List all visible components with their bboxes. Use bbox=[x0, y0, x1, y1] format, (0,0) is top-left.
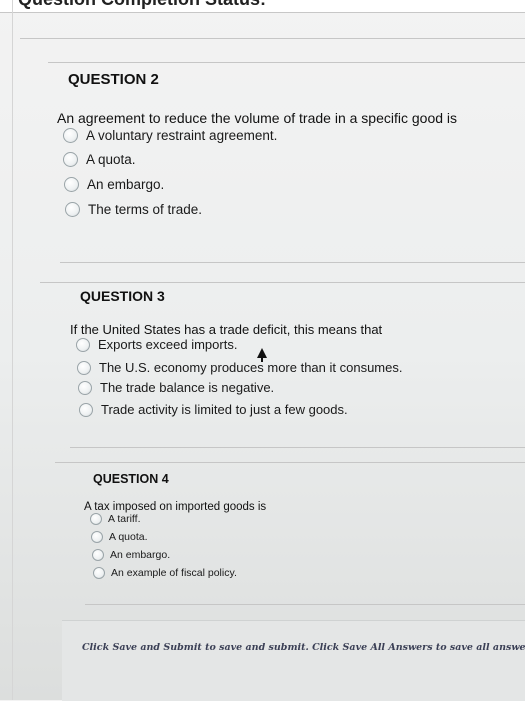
answer-label[interactable]: Exports exceed imports. bbox=[98, 337, 237, 352]
divider bbox=[20, 38, 525, 39]
radio-button[interactable] bbox=[90, 513, 102, 525]
radio-button[interactable] bbox=[78, 380, 92, 395]
answer-label[interactable]: Trade activity is limited to just a few … bbox=[101, 402, 348, 417]
answer-option[interactable]: Exports exceed imports. bbox=[76, 337, 237, 352]
answer-option[interactable]: The trade balance is negative. bbox=[78, 380, 274, 395]
answer-label[interactable]: An example of fiscal policy. bbox=[111, 567, 237, 579]
radio-button[interactable] bbox=[76, 337, 90, 352]
answer-label[interactable]: A voluntary restraint agreement. bbox=[86, 128, 277, 143]
divider bbox=[48, 62, 525, 63]
answer-option[interactable]: A quota. bbox=[63, 152, 136, 167]
question-title: QUESTION 3 bbox=[80, 288, 165, 304]
question-prompt: If the United States has a trade deficit… bbox=[70, 322, 383, 337]
question-title: QUESTION 4 bbox=[93, 472, 169, 486]
divider bbox=[85, 604, 525, 605]
left-border bbox=[12, 0, 13, 700]
answer-label[interactable]: The U.S. economy produces more than it c… bbox=[99, 360, 402, 375]
answer-label[interactable]: A tariff. bbox=[108, 513, 141, 525]
question-prompt: A tax imposed on imported goods is bbox=[84, 501, 267, 513]
divider bbox=[55, 462, 525, 463]
answer-option[interactable]: A voluntary restraint agreement. bbox=[63, 128, 277, 143]
submit-instructions-panel bbox=[62, 620, 525, 701]
divider bbox=[40, 282, 525, 283]
radio-button[interactable] bbox=[64, 177, 79, 192]
answer-label[interactable]: The trade balance is negative. bbox=[100, 380, 274, 395]
mouse-cursor-tail bbox=[261, 356, 263, 362]
radio-button[interactable] bbox=[92, 549, 104, 561]
radio-button[interactable] bbox=[65, 202, 80, 217]
radio-button[interactable] bbox=[79, 402, 93, 417]
radio-button[interactable] bbox=[63, 128, 78, 143]
divider bbox=[60, 262, 525, 263]
answer-label[interactable]: An embargo. bbox=[110, 549, 170, 561]
answer-option[interactable]: The U.S. economy produces more than it c… bbox=[77, 360, 402, 375]
question-prompt: An agreement to reduce the volume of tra… bbox=[57, 110, 458, 126]
submit-instructions: Click Save and Submit to save and submit… bbox=[82, 642, 525, 653]
answer-option[interactable]: A quota. bbox=[91, 531, 148, 543]
answer-option[interactable]: A tariff. bbox=[90, 513, 141, 525]
completion-status-bar: Question Completion Status: bbox=[0, 0, 525, 13]
divider bbox=[70, 447, 525, 448]
answer-option[interactable]: An embargo. bbox=[64, 177, 164, 192]
radio-button[interactable] bbox=[77, 360, 91, 375]
radio-button[interactable] bbox=[91, 531, 103, 543]
answer-label[interactable]: An embargo. bbox=[87, 177, 164, 192]
radio-button[interactable] bbox=[93, 567, 105, 579]
answer-option[interactable]: The terms of trade. bbox=[65, 202, 202, 217]
completion-status-label: Question Completion Status: bbox=[18, 0, 266, 10]
answer-label[interactable]: A quota. bbox=[109, 531, 148, 543]
answer-option[interactable]: An example of fiscal policy. bbox=[93, 567, 237, 579]
answer-option[interactable]: An embargo. bbox=[92, 549, 170, 561]
radio-button[interactable] bbox=[63, 152, 78, 167]
answer-label[interactable]: A quota. bbox=[86, 152, 136, 167]
answer-option[interactable]: Trade activity is limited to just a few … bbox=[79, 402, 348, 417]
question-title: QUESTION 2 bbox=[68, 71, 159, 88]
answer-label[interactable]: The terms of trade. bbox=[88, 202, 202, 217]
